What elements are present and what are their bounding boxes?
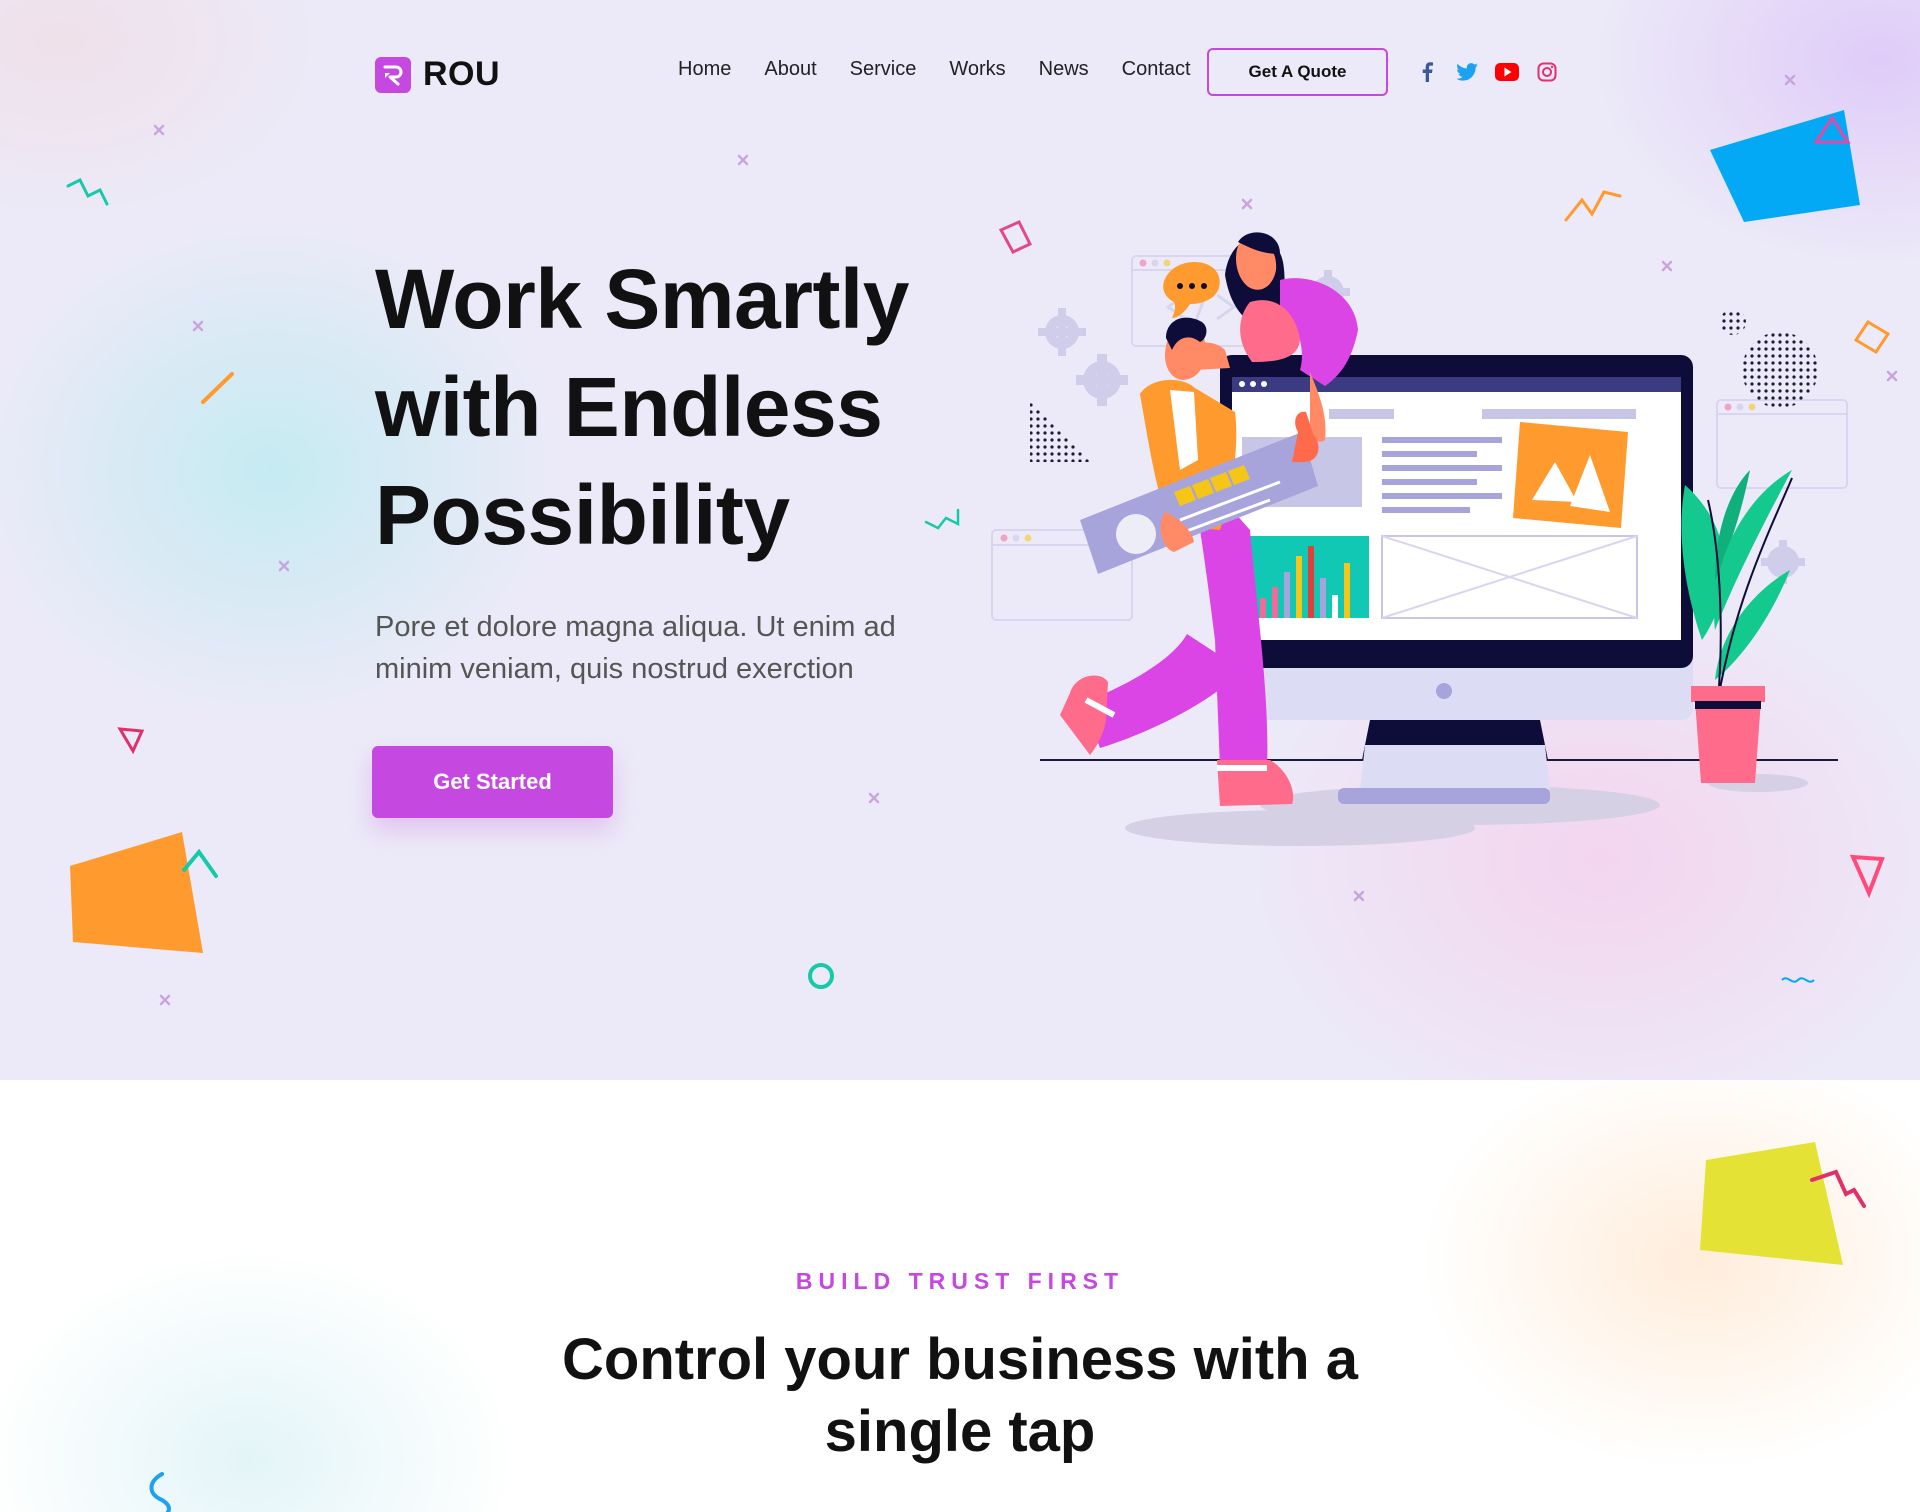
- zigzag-icon: [66, 177, 109, 206]
- nav-item-contact[interactable]: Contact: [1122, 58, 1191, 81]
- hero-title-line: with Endless: [375, 360, 883, 454]
- dotted-triangle-icon: [1030, 400, 1092, 462]
- nav-item-service[interactable]: Service: [850, 58, 917, 81]
- features-section: BUILD TRUST FIRST Control your business …: [0, 1080, 1920, 1512]
- hero-title-line: Work Smartly: [375, 252, 909, 346]
- logo-mark-icon: [375, 56, 411, 93]
- plant-icon: [1681, 470, 1793, 783]
- monitor-icon: [1220, 355, 1693, 804]
- chevron-icon: [182, 848, 218, 878]
- triangle-icon: [1813, 115, 1851, 144]
- yellow-shape-icon: [1700, 1142, 1843, 1265]
- nav-item-home[interactable]: Home: [678, 58, 731, 81]
- nav-item-news[interactable]: News: [1039, 58, 1089, 81]
- hero-title-line: Possibility: [375, 468, 790, 562]
- hero-subtitle: Pore et dolore magna aliqua. Ut enim ad …: [375, 611, 896, 685]
- logo-text: ROU: [423, 55, 501, 93]
- image-card-icon: [1513, 422, 1628, 528]
- ring-icon: [808, 963, 834, 989]
- youtube-icon[interactable]: [1494, 60, 1520, 84]
- facebook-icon[interactable]: [1414, 60, 1440, 84]
- hero-title: Work Smartly with Endless Possibility: [375, 245, 995, 569]
- gear-icon: [1076, 354, 1128, 406]
- logo[interactable]: ROU: [375, 55, 500, 94]
- dotted-circle-icon: [1742, 332, 1818, 408]
- section-title: Control your business with a single tap: [562, 1327, 1358, 1464]
- nav-item-about[interactable]: About: [764, 58, 816, 81]
- main-nav: Home About Service Works News Contact: [678, 58, 1191, 81]
- wave-icon: [1781, 977, 1815, 983]
- dash-icon: [201, 372, 234, 404]
- social-links: [1414, 60, 1560, 84]
- triangle-icon: [1849, 854, 1885, 899]
- hero-illustration: [991, 232, 1848, 846]
- section-eyebrow: BUILD TRUST FIRST: [795, 1268, 1125, 1294]
- orange-shape-icon: [70, 832, 203, 953]
- squiggle-icon: [149, 1472, 171, 1512]
- get-started-button[interactable]: Get Started: [372, 746, 613, 818]
- gear-icon: [1038, 308, 1086, 356]
- diamond-icon: [1853, 319, 1891, 355]
- get-a-quote-button[interactable]: Get A Quote: [1207, 48, 1388, 96]
- dotted-circle-icon: [1720, 309, 1746, 335]
- triangle-icon: [117, 727, 145, 755]
- hero-section: ROU Home About Service Works News Contac…: [0, 0, 1920, 1080]
- twitter-icon[interactable]: [1454, 60, 1480, 84]
- nav-item-works[interactable]: Works: [949, 58, 1005, 81]
- instagram-icon[interactable]: [1534, 60, 1560, 84]
- browser-window-icon: [1716, 399, 1848, 489]
